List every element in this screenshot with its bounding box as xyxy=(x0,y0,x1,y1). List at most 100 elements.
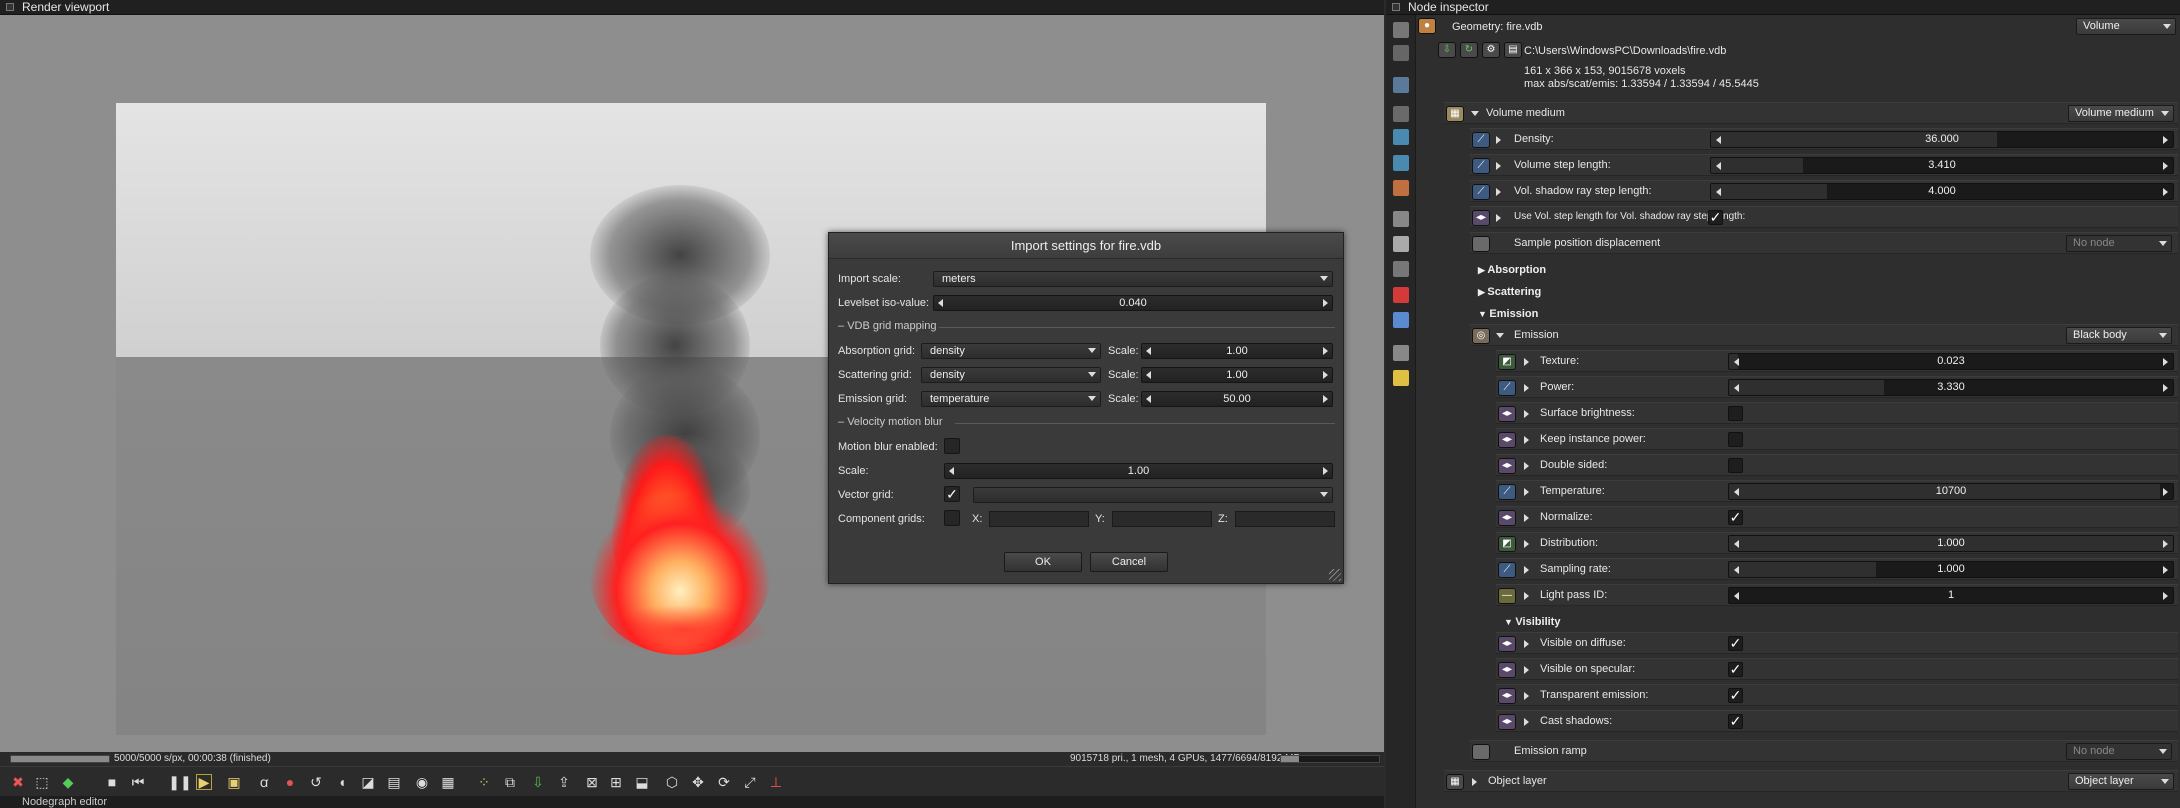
volume-medium-row[interactable]: ▦ Volume medium Volume medium xyxy=(1444,102,2178,124)
temperature-slider[interactable]: 10700 xyxy=(1728,483,2174,500)
double-sided-checkbox[interactable] xyxy=(1728,458,1743,473)
white-balance-icon[interactable]: ◖ xyxy=(334,774,350,790)
distribution-slider[interactable]: 1.000 xyxy=(1728,535,2174,552)
vector-grid-checkbox[interactable]: ✓ xyxy=(944,486,960,502)
texture-slider[interactable]: 0.023 xyxy=(1728,353,2174,370)
cast-shadows-checkbox[interactable]: ✓ xyxy=(1728,714,1743,729)
increment-arrow-icon[interactable] xyxy=(2163,162,2168,170)
reload-icon[interactable]: ⇩ xyxy=(1438,42,1456,58)
increment-arrow-icon[interactable] xyxy=(1323,299,1328,307)
camera-target-icon[interactable]: ◉ xyxy=(414,774,430,790)
sampling-rate-slider[interactable]: 1.000 xyxy=(1728,561,2174,578)
region-render-icon[interactable]: ▦ xyxy=(440,774,456,790)
clay-mode-icon[interactable]: ⊠ xyxy=(584,774,600,790)
decrement-arrow-icon[interactable] xyxy=(1146,371,1151,379)
expand-triangle-icon[interactable] xyxy=(1524,692,1529,700)
decrement-arrow-icon[interactable] xyxy=(949,467,954,475)
increment-arrow-icon[interactable] xyxy=(1323,371,1328,379)
film-region-icon[interactable]: ⁘ xyxy=(476,774,492,790)
sidebar-icon-11[interactable] xyxy=(1393,287,1409,303)
axes-gizmo-icon[interactable]: ⊥ xyxy=(768,774,784,790)
expand-triangle-icon[interactable] xyxy=(1524,358,1529,366)
move-icon[interactable]: ✥ xyxy=(690,774,706,790)
motion-blur-checkbox[interactable] xyxy=(944,438,960,454)
emission-type-dropdown[interactable]: Black body xyxy=(2066,327,2172,344)
sidebar-icon-6[interactable] xyxy=(1393,155,1409,171)
sidebar-icon-9[interactable] xyxy=(1393,236,1409,252)
scattering-section[interactable]: ▶ Scattering xyxy=(1478,286,1541,298)
expand-triangle-icon[interactable] xyxy=(1472,778,1477,786)
fit-icon[interactable]: ⤢ xyxy=(742,774,758,790)
increment-arrow-icon[interactable] xyxy=(2163,592,2168,600)
emission-row[interactable]: ◎ Emission Black body xyxy=(1470,324,2178,346)
increment-arrow-icon[interactable] xyxy=(2163,488,2168,496)
absorption-section[interactable]: ▶ Absorption xyxy=(1478,264,1546,276)
increment-arrow-icon[interactable] xyxy=(1323,347,1328,355)
increment-arrow-icon[interactable] xyxy=(1323,467,1328,475)
sidebar-icon-13[interactable] xyxy=(1393,345,1409,361)
visibility-section[interactable]: ▼ Visibility xyxy=(1504,616,1560,628)
decrement-arrow-icon[interactable] xyxy=(1146,347,1151,355)
component-y-field[interactable] xyxy=(1112,511,1212,527)
decrement-arrow-icon[interactable] xyxy=(1734,384,1739,392)
refresh-icon[interactable]: ↻ xyxy=(1460,42,1478,58)
decrement-arrow-icon[interactable] xyxy=(1734,540,1739,548)
cancel-render-icon[interactable]: ✖ xyxy=(10,774,26,790)
transparent-emission-checkbox[interactable]: ✓ xyxy=(1728,688,1743,703)
object-picker-icon[interactable]: ▤ xyxy=(386,774,402,790)
sidebar-icon-7[interactable] xyxy=(1393,180,1409,196)
sidebar-icon-4[interactable] xyxy=(1393,106,1409,122)
scattering-grid-dropdown[interactable]: density xyxy=(921,367,1101,383)
info-icon[interactable]: ▤ xyxy=(1504,42,1522,58)
material-picker-icon[interactable]: ◪ xyxy=(360,774,376,790)
decrement-arrow-icon[interactable] xyxy=(1716,162,1721,170)
expand-triangle-icon[interactable] xyxy=(1524,666,1529,674)
decrement-arrow-icon[interactable] xyxy=(1716,136,1721,144)
cube-color-icon[interactable]: ◆ xyxy=(60,774,76,790)
focus-picker-icon[interactable]: ↺ xyxy=(308,774,324,790)
geometry-type-dropdown[interactable]: Volume xyxy=(2076,18,2176,35)
cancel-button[interactable]: Cancel xyxy=(1090,552,1168,572)
increment-arrow-icon[interactable] xyxy=(2163,540,2168,548)
decrement-arrow-icon[interactable] xyxy=(1716,188,1721,196)
sidebar-icon-2[interactable] xyxy=(1393,45,1409,61)
density-slider[interactable]: 36.000 xyxy=(1710,131,2174,148)
power-slider[interactable]: 3.330 xyxy=(1728,379,2174,396)
3d-cube-icon[interactable]: ⬡ xyxy=(664,774,680,790)
sample-displacement-dropdown[interactable]: No node xyxy=(2066,235,2172,252)
increment-arrow-icon[interactable] xyxy=(2163,384,2168,392)
expand-triangle-icon[interactable] xyxy=(1524,488,1529,496)
visible-diffuse-checkbox[interactable]: ✓ xyxy=(1728,636,1743,651)
component-x-field[interactable] xyxy=(989,511,1089,527)
expand-triangle-icon[interactable] xyxy=(1524,592,1529,600)
monitor-icon[interactable]: ▣ xyxy=(226,774,242,790)
emission-ramp-dropdown[interactable]: No node xyxy=(2066,743,2172,760)
collapse-triangle-icon[interactable] xyxy=(1471,111,1479,116)
levelset-slider[interactable]: 0.040 xyxy=(933,295,1333,311)
increment-arrow-icon[interactable] xyxy=(2163,188,2168,196)
light-pass-slider[interactable]: 1 xyxy=(1728,587,2174,604)
keep-instance-checkbox[interactable] xyxy=(1728,432,1743,447)
pause-icon[interactable]: ❚❚ xyxy=(168,774,191,790)
shadow-step-slider[interactable]: 4.000 xyxy=(1710,183,2174,200)
subsample-icon[interactable]: ⊞ xyxy=(608,774,624,790)
decrement-arrow-icon[interactable] xyxy=(938,299,943,307)
scattering-scale-slider[interactable]: 1.00 xyxy=(1141,367,1333,383)
play-icon[interactable]: ▶ xyxy=(196,774,212,790)
surface-brightness-checkbox[interactable] xyxy=(1728,406,1743,421)
rotate-icon[interactable]: ⟳ xyxy=(716,774,732,790)
af-icon[interactable]: ꭤ xyxy=(256,774,272,790)
expand-triangle-icon[interactable] xyxy=(1524,514,1529,522)
panel-menu-icon[interactable] xyxy=(6,3,14,11)
expand-triangle-icon[interactable] xyxy=(1496,214,1501,222)
expand-triangle-icon[interactable] xyxy=(1524,384,1529,392)
settings-icon[interactable]: ⚙ xyxy=(1482,42,1500,58)
import-scale-dropdown[interactable]: meters xyxy=(933,271,1333,287)
region-icon[interactable]: ⬚ xyxy=(34,774,50,790)
ok-button[interactable]: OK xyxy=(1004,552,1082,572)
sidebar-icon-8[interactable] xyxy=(1393,211,1409,227)
decrement-arrow-icon[interactable] xyxy=(1146,395,1151,403)
increment-arrow-icon[interactable] xyxy=(2163,136,2168,144)
sidebar-icon-1[interactable] xyxy=(1393,22,1409,38)
expand-triangle-icon[interactable] xyxy=(1524,436,1529,444)
